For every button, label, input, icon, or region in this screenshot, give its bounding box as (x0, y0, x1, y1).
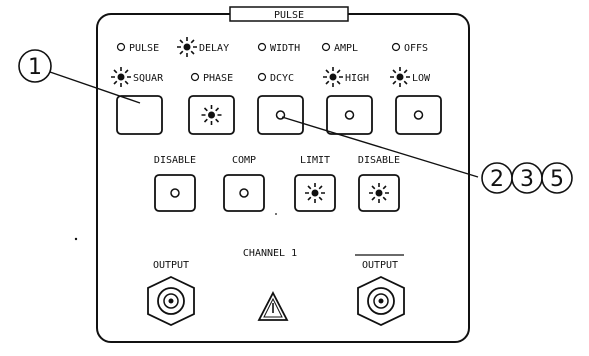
callout-5-number: 5 (550, 167, 564, 192)
indicator-dcyc: DCYC (257, 72, 294, 84)
front-panel-diagram: PULSE PULSE DELAY WIDTH AMPL OFFS SQUAR … (18, 6, 573, 343)
warning-triangle-icon (257, 291, 289, 321)
callout-1: 1 (18, 49, 52, 83)
select-button-1[interactable] (116, 95, 163, 135)
button-lamp-off (344, 110, 355, 120)
button-lamp-lit (305, 183, 325, 203)
panel-title: PULSE (274, 10, 304, 21)
select-button-5[interactable] (395, 95, 442, 135)
indicator-lamp-off (321, 42, 331, 52)
select-button-2[interactable] (188, 95, 235, 135)
scan-speck (275, 213, 277, 215)
button-row-1 (116, 95, 442, 135)
button-lamp-lit (369, 183, 389, 203)
indicator-lamp-lit (323, 67, 343, 87)
callout-3: 3 (511, 162, 543, 194)
indicator-label: WIDTH (270, 43, 300, 54)
output-inverted-connector[interactable] (357, 276, 405, 326)
output-connector[interactable] (147, 276, 195, 326)
indicator-label: OFFS (404, 43, 428, 54)
indicator-ampl: AMPL (321, 42, 358, 54)
indicator-label: LOW (412, 73, 431, 84)
button-row-2 (154, 174, 400, 212)
indicator-offs: OFFS (391, 42, 428, 54)
indicator-label: DCYC (270, 73, 294, 84)
indicator-low: LOW (390, 67, 431, 87)
indicator-phase: PHASE (190, 72, 233, 84)
comp-label: COMP (232, 155, 256, 166)
button-lamp-off (239, 188, 249, 198)
button-lamp-off (413, 110, 424, 120)
select-button-4[interactable] (326, 95, 373, 135)
limit-label: LIMIT (300, 155, 330, 166)
comp-button[interactable] (223, 174, 265, 212)
output-inverted-label-group: OUTPUT (355, 254, 404, 271)
output-label: OUTPUT (153, 260, 189, 271)
indicator-label: PHASE (203, 73, 233, 84)
callout-1-number: 1 (28, 55, 42, 80)
callout-3-number: 3 (520, 167, 534, 192)
indicator-label: HIGH (345, 73, 369, 84)
indicator-lamp-lit (390, 67, 410, 87)
indicator-lamp-lit (111, 67, 131, 87)
indicator-label: AMPL (334, 43, 358, 54)
callout-5: 5 (541, 162, 573, 194)
output-inverted-label: OUTPUT (362, 260, 398, 271)
indicator-lamp-off (391, 42, 401, 52)
indicator-lamp-off (190, 72, 200, 82)
button-lamp-lit (201, 105, 222, 125)
callout-235-leader (281, 116, 479, 178)
indicator-pulse: PULSE (116, 42, 159, 54)
disable-button-1[interactable] (154, 174, 196, 212)
scan-speck (74, 237, 78, 241)
indicator-row-1: PULSE DELAY WIDTH AMPL OFFS (116, 37, 428, 57)
disable-button-2[interactable] (358, 174, 400, 212)
select-button-3[interactable] (257, 95, 304, 135)
indicator-label: PULSE (129, 43, 159, 54)
indicator-squar: SQUAR (111, 67, 164, 87)
callout-2-number: 2 (490, 167, 504, 192)
indicator-lamp-lit (177, 37, 197, 57)
indicator-label: SQUAR (133, 73, 164, 84)
callout-2: 2 (481, 162, 513, 194)
indicator-delay: DELAY (177, 37, 229, 57)
indicator-row-2: SQUAR PHASE DCYC HIGH LOW (111, 67, 431, 87)
callout-1-leader (49, 71, 141, 104)
indicator-lamp-off (257, 72, 267, 82)
indicator-label: DELAY (199, 43, 229, 54)
channel-label: CHANNEL 1 (243, 248, 297, 259)
disable-label-2: DISABLE (358, 155, 400, 166)
indicator-lamp-off (257, 42, 267, 52)
limit-button[interactable] (294, 174, 336, 212)
button-lamp-off (170, 188, 180, 198)
indicator-high: HIGH (323, 67, 369, 87)
indicator-width: WIDTH (257, 42, 300, 54)
disable-label-1: DISABLE (154, 155, 196, 166)
indicator-lamp-off (116, 42, 126, 52)
